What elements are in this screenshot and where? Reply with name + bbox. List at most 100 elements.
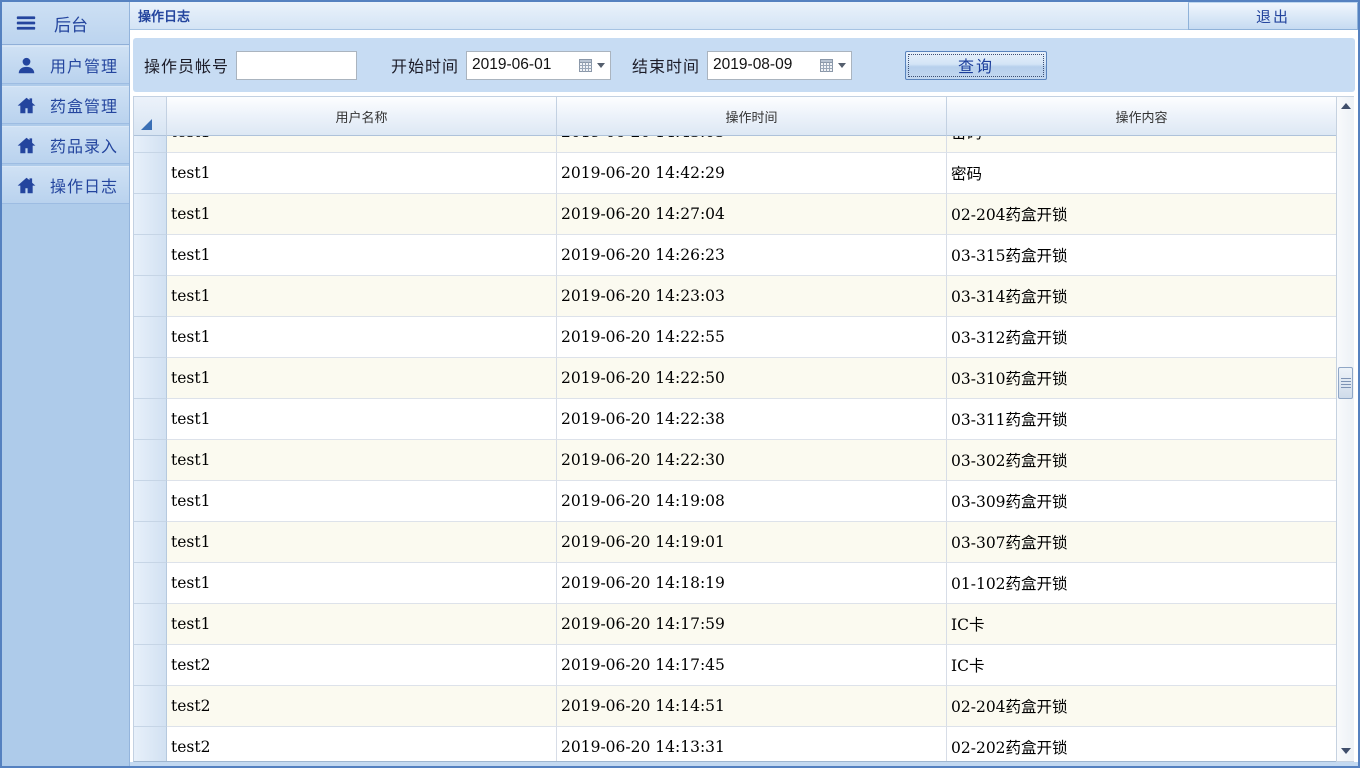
menu-icon[interactable] bbox=[13, 13, 39, 33]
bottom-strip bbox=[130, 762, 1358, 766]
log-table: 用户名称操作时间操作内容 test12019-06-20 14:43:05密码t… bbox=[133, 96, 1358, 762]
table-row[interactable]: test12019-06-20 14:17:59IC卡 bbox=[134, 604, 1336, 645]
row-selector[interactable] bbox=[134, 440, 167, 481]
end-date-input[interactable]: 2019-08-09 bbox=[707, 51, 852, 80]
cell-action: 03-307药盒开锁 bbox=[947, 522, 1336, 563]
calendar-icon[interactable] bbox=[820, 59, 833, 72]
table-row[interactable]: test12019-06-20 14:18:1901-102药盒开锁 bbox=[134, 563, 1336, 604]
row-selector[interactable] bbox=[134, 276, 167, 317]
row-selector[interactable] bbox=[134, 358, 167, 399]
cell-user: test2 bbox=[167, 686, 557, 727]
sidebar-item-label: 用户管理 bbox=[50, 53, 118, 77]
cell-time: 2019-06-20 14:14:51 bbox=[557, 686, 947, 727]
table-row[interactable]: test12019-06-20 14:22:3803-311药盒开锁 bbox=[134, 399, 1336, 440]
table-row[interactable]: test12019-06-20 14:19:0103-307药盒开锁 bbox=[134, 522, 1336, 563]
row-selector[interactable] bbox=[134, 645, 167, 686]
arrow-down-icon bbox=[1341, 748, 1351, 754]
sidebar-header-label: 后台 bbox=[54, 11, 88, 36]
cell-user: test1 bbox=[167, 153, 557, 194]
sidebar-item-boxes[interactable]: 药盒管理 bbox=[2, 86, 129, 124]
cell-time: 2019-06-20 14:22:38 bbox=[557, 399, 947, 440]
column-header-0[interactable]: 用户名称 bbox=[167, 97, 557, 136]
table-row[interactable]: test12019-06-20 14:23:0303-314药盒开锁 bbox=[134, 276, 1336, 317]
cell-time: 2019-06-20 14:17:59 bbox=[557, 604, 947, 645]
cell-user: test1 bbox=[167, 522, 557, 563]
row-selector[interactable] bbox=[134, 727, 167, 762]
cell-action: 03-312药盒开锁 bbox=[947, 317, 1336, 358]
row-selector[interactable] bbox=[134, 563, 167, 604]
start-date-input[interactable]: 2019-06-01 bbox=[466, 51, 611, 80]
sidebar-item-entry[interactable]: 药品录入 bbox=[2, 126, 129, 164]
cell-user: test1 bbox=[167, 358, 557, 399]
query-button[interactable]: 查询 bbox=[905, 51, 1047, 80]
scroll-up-button[interactable] bbox=[1338, 99, 1353, 113]
row-selector[interactable] bbox=[134, 235, 167, 276]
app-window: 后台 用户管理药盒管理药品录入操作日志 操作日志 退出 操作员帐号 开始时间 2… bbox=[0, 0, 1360, 768]
cell-time: 2019-06-20 14:26:23 bbox=[557, 235, 947, 276]
spacer bbox=[130, 30, 1358, 38]
cell-user: test2 bbox=[167, 727, 557, 762]
row-selector[interactable] bbox=[134, 686, 167, 727]
table-row[interactable]: test12019-06-20 14:22:5003-310药盒开锁 bbox=[134, 358, 1336, 399]
sidebar-item-logs[interactable]: 操作日志 bbox=[2, 166, 129, 204]
row-selector[interactable] bbox=[134, 604, 167, 645]
table-row[interactable]: test12019-06-20 14:22:5503-312药盒开锁 bbox=[134, 317, 1336, 358]
cell-action: 03-309药盒开锁 bbox=[947, 481, 1336, 522]
cell-action: 02-204药盒开锁 bbox=[947, 686, 1336, 727]
cell-user: test1 bbox=[167, 481, 557, 522]
column-header-1[interactable]: 操作时间 bbox=[557, 97, 947, 136]
filter-bar: 操作员帐号 开始时间 2019-06-01 结束时间 2019-08-09 查询 bbox=[133, 38, 1355, 92]
start-time-label: 开始时间 bbox=[391, 53, 459, 77]
cell-action: 02-204药盒开锁 bbox=[947, 194, 1336, 235]
calendar-icon[interactable] bbox=[579, 59, 592, 72]
exit-button[interactable]: 退出 bbox=[1188, 2, 1358, 30]
cell-time: 2019-06-20 14:19:08 bbox=[557, 481, 947, 522]
cell-action: 01-102药盒开锁 bbox=[947, 563, 1336, 604]
cell-time: 2019-06-20 14:23:03 bbox=[557, 276, 947, 317]
cell-action: 03-302药盒开锁 bbox=[947, 440, 1336, 481]
table-row[interactable]: test12019-06-20 14:27:0402-204药盒开锁 bbox=[134, 194, 1336, 235]
column-header-2[interactable]: 操作内容 bbox=[947, 97, 1337, 136]
table-row[interactable]: test22019-06-20 14:14:5102-204药盒开锁 bbox=[134, 686, 1336, 727]
table-row[interactable]: test12019-06-20 14:22:3003-302药盒开锁 bbox=[134, 440, 1336, 481]
cell-action: 03-310药盒开锁 bbox=[947, 358, 1336, 399]
cell-user: test1 bbox=[167, 604, 557, 645]
cell-action: IC卡 bbox=[947, 645, 1336, 686]
cell-action: 02-202药盒开锁 bbox=[947, 727, 1336, 762]
row-selector[interactable] bbox=[134, 194, 167, 235]
cell-time: 2019-06-20 14:19:01 bbox=[557, 522, 947, 563]
sidebar-header[interactable]: 后台 bbox=[2, 2, 129, 44]
vertical-scrollbar[interactable] bbox=[1336, 96, 1354, 762]
operator-account-input[interactable] bbox=[236, 51, 357, 80]
row-selector[interactable] bbox=[134, 522, 167, 563]
sidebar-item-label: 操作日志 bbox=[50, 173, 118, 197]
table-row[interactable]: test12019-06-20 14:19:0803-309药盒开锁 bbox=[134, 481, 1336, 522]
cell-user: test1 bbox=[167, 136, 557, 153]
cell-time: 2019-06-20 14:42:29 bbox=[557, 153, 947, 194]
cell-action: 密码 bbox=[947, 153, 1336, 194]
table-row[interactable]: test12019-06-20 14:42:29密码 bbox=[134, 153, 1336, 194]
scrollbar-thumb[interactable] bbox=[1338, 367, 1353, 399]
home-icon bbox=[17, 96, 36, 115]
table-row[interactable]: test22019-06-20 14:17:45IC卡 bbox=[134, 645, 1336, 686]
table-row[interactable]: test22019-06-20 14:13:3102-202药盒开锁 bbox=[134, 727, 1336, 762]
arrow-up-icon bbox=[1341, 103, 1351, 109]
scroll-down-button[interactable] bbox=[1338, 744, 1353, 758]
row-selector[interactable] bbox=[134, 317, 167, 358]
dropdown-arrow-icon[interactable] bbox=[597, 63, 605, 68]
sidebar-item-users[interactable]: 用户管理 bbox=[2, 46, 129, 84]
select-all-header-cell[interactable] bbox=[134, 97, 167, 136]
cell-user: test1 bbox=[167, 563, 557, 604]
table-row[interactable]: test12019-06-20 14:43:05密码 bbox=[134, 136, 1336, 153]
cell-time: 2019-06-20 14:27:04 bbox=[557, 194, 947, 235]
cell-time: 2019-06-20 14:22:55 bbox=[557, 317, 947, 358]
cell-time: 2019-06-20 14:22:50 bbox=[557, 358, 947, 399]
table-row[interactable]: test12019-06-20 14:26:2303-315药盒开锁 bbox=[134, 235, 1336, 276]
row-selector[interactable] bbox=[134, 481, 167, 522]
row-selector[interactable] bbox=[134, 153, 167, 194]
cell-action: 03-314药盒开锁 bbox=[947, 276, 1336, 317]
row-selector[interactable] bbox=[134, 136, 167, 153]
scrollbar-grip-icon bbox=[1341, 378, 1351, 389]
dropdown-arrow-icon[interactable] bbox=[838, 63, 846, 68]
row-selector[interactable] bbox=[134, 399, 167, 440]
